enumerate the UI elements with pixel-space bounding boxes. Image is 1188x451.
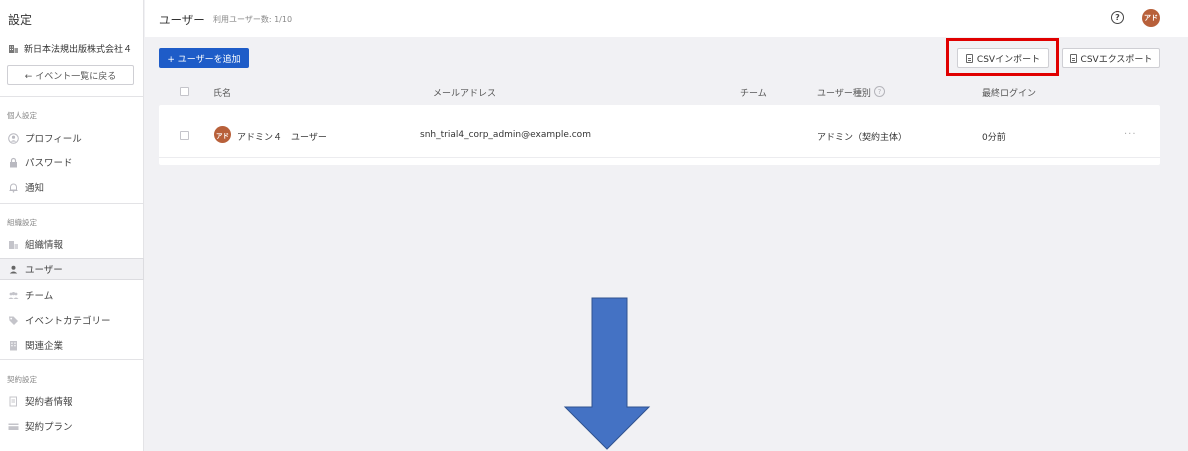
sidebar-item-label: 通知	[25, 183, 45, 194]
column-header-last-login[interactable]: 最終ログイン	[982, 86, 1036, 99]
sidebar-item-contract-plan[interactable]: 契約プラン	[0, 415, 144, 437]
section-personal: 個人設定	[7, 111, 37, 120]
user-name: アドミン４ ユーザー	[237, 133, 327, 143]
org-name: 新日本法規出版株式会社４	[24, 45, 133, 55]
column-header-email[interactable]: メールアドレス	[433, 86, 496, 99]
settings-title: 設定	[8, 13, 33, 27]
sidebar-item-label: 関連企業	[25, 341, 64, 352]
user-icon	[8, 264, 19, 275]
page-header: ユーザー 利用ユーザー数: 1/10 ? アド	[145, 0, 1188, 37]
page-title: ユーザー	[159, 13, 205, 27]
sidebar-item-password[interactable]: パスワード	[0, 151, 144, 173]
tag-icon	[8, 315, 19, 326]
sidebar-item-event-categories[interactable]: イベントカテゴリー	[0, 309, 144, 331]
sidebar-item-notifications[interactable]: 通知	[0, 176, 144, 198]
building-icon	[8, 239, 19, 250]
profile-icon	[8, 132, 19, 144]
down-arrow-annotation	[563, 297, 651, 450]
sidebar-item-label: イベントカテゴリー	[25, 316, 111, 327]
sidebar-item-label: ユーザー	[25, 265, 63, 276]
building-icon	[8, 43, 19, 54]
avatar: アド	[214, 126, 231, 143]
add-user-button[interactable]: + ユーザーを追加	[159, 48, 249, 68]
sidebar-item-label: パスワード	[25, 158, 73, 169]
sidebar-item-label: 契約プラン	[25, 422, 73, 433]
sidebar-item-related-companies[interactable]: 関連企業	[0, 334, 144, 356]
users-table: アド アドミン４ ユーザー snh_trial4_corp_admin@exam…	[159, 105, 1160, 165]
contract-doc-icon	[8, 396, 19, 407]
sidebar-divider	[0, 359, 144, 360]
section-organization: 組織設定	[7, 218, 37, 227]
sidebar-item-label: プロフィール	[25, 134, 82, 145]
user-count: 利用ユーザー数: 1/10	[213, 15, 293, 24]
team-icon	[8, 290, 19, 301]
sidebar: 設定 新日本法規出版株式会社４ ← イベント一覧に戻る 個人設定 プロフィール …	[0, 0, 144, 451]
sidebar-item-teams[interactable]: チーム	[0, 284, 144, 306]
more-actions-icon[interactable]: ···	[1124, 129, 1137, 140]
company-icon	[8, 340, 19, 351]
row-checkbox[interactable]	[180, 131, 189, 140]
sidebar-item-profile[interactable]: プロフィール	[0, 127, 144, 149]
column-header-name[interactable]: 氏名	[213, 86, 231, 99]
sidebar-item-label: 契約者情報	[25, 397, 73, 408]
last-login: 0分前	[982, 133, 1006, 143]
column-header-team[interactable]: チーム	[740, 86, 767, 99]
back-to-events-button[interactable]: ← イベント一覧に戻る	[7, 65, 134, 85]
section-contract: 契約設定	[7, 375, 37, 384]
row-divider	[159, 157, 1160, 158]
avatar[interactable]: アド	[1142, 9, 1160, 27]
csv-export-button[interactable]: CSVエクスポート	[1062, 48, 1160, 68]
file-icon	[1069, 53, 1077, 63]
sidebar-divider	[0, 96, 144, 97]
help-icon[interactable]: ?	[874, 86, 885, 97]
sidebar-item-label: チーム	[25, 291, 54, 302]
user-type: アドミン（契約主体）	[817, 133, 908, 143]
lock-icon	[8, 157, 19, 168]
annotation-highlight-box	[946, 38, 1059, 76]
sidebar-item-users[interactable]: ユーザー	[0, 258, 144, 280]
card-icon	[8, 421, 19, 432]
select-all-checkbox[interactable]	[180, 87, 189, 96]
sidebar-divider	[0, 203, 144, 204]
user-email: snh_trial4_corp_admin@example.com	[420, 130, 591, 140]
org-name-row: 新日本法規出版株式会社４	[8, 42, 132, 55]
sidebar-item-org-info[interactable]: 組織情報	[0, 233, 144, 255]
sidebar-item-contractor-info[interactable]: 契約者情報	[0, 390, 144, 412]
help-icon[interactable]: ?	[1111, 11, 1124, 24]
csv-export-label: CSVエクスポート	[1080, 54, 1153, 65]
column-header-user-type[interactable]: ユーザー種別	[817, 86, 871, 99]
bell-icon	[8, 182, 19, 193]
sidebar-item-label: 組織情報	[25, 240, 64, 251]
